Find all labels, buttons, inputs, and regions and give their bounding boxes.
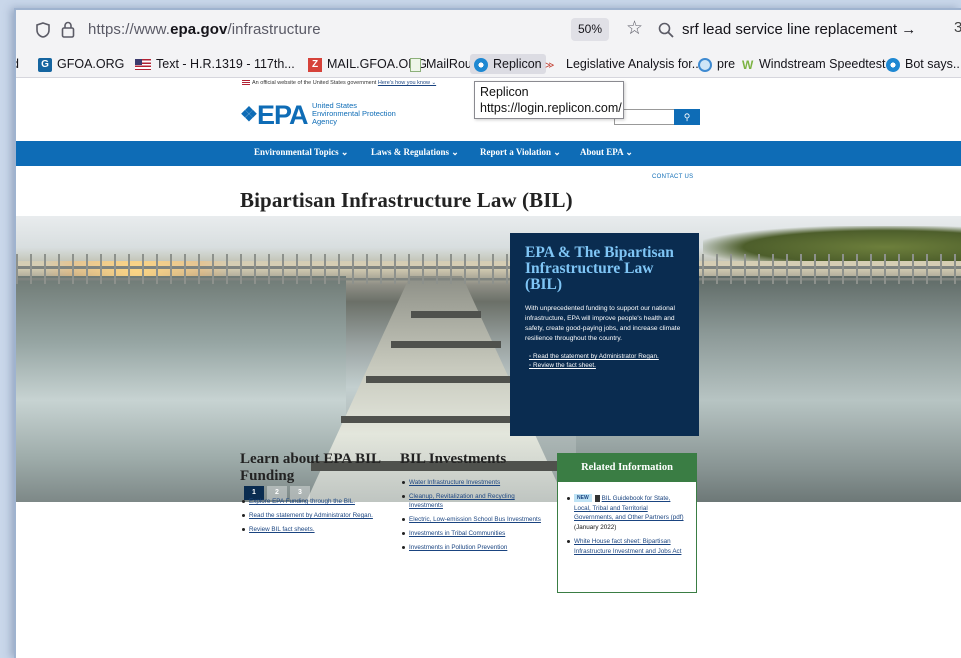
hero-beam: [366, 376, 526, 383]
learn-section: Learn about EPA BIL Funding Explore EPA …: [240, 451, 390, 539]
logo-line: Agency: [312, 117, 338, 126]
bookmark-legislative-analysis[interactable]: ≫ Legislative Analysis for...: [545, 54, 702, 74]
gov-banner-text: An official website of the United States…: [252, 80, 377, 86]
related-item: NEW BIL Guidebook for State, Local, Triba…: [566, 494, 688, 532]
bookmark-star-icon[interactable]: ☆: [626, 18, 643, 40]
url-prefix: https://www.: [88, 21, 171, 38]
page-title: Bipartisan Infrastructure Law (BIL): [240, 188, 573, 212]
bookmark-tooltip: Replicon https://login.replicon.com/: [474, 81, 624, 119]
nav-report-violation[interactable]: Report a Violation ⌄: [480, 147, 561, 158]
shield-icon[interactable]: [36, 22, 50, 38]
hero-body: With unprecedented funding to support ou…: [525, 305, 681, 342]
search-query: srf lead service line replacement →: [682, 21, 917, 38]
pdf-icon: [594, 494, 600, 502]
us-flag-icon: [135, 59, 151, 71]
bookmark-label: Replicon: [493, 57, 542, 71]
hero-heading: EPA & The Bipartisan Infrastructure Law …: [525, 244, 674, 293]
related-heading: Related Information: [558, 454, 696, 482]
related-info-box: Related Information NEW BIL Guidebook for…: [557, 453, 697, 593]
bookmark-label: pre: [717, 57, 736, 71]
hero-card: EPA & The Bipartisan Infrastructure Law …: [510, 233, 699, 436]
related-link-whitehouse[interactable]: White House fact sheet: Bipartisan Infra…: [574, 538, 681, 555]
investment-link[interactable]: Cleanup, Revitalization and Recycling In…: [400, 492, 550, 510]
hero-links: Read the statement by Administrator Rega…: [525, 352, 684, 370]
bookmark-gfoa[interactable]: G GFOA.ORG: [38, 54, 124, 74]
search-icon: ⚲: [683, 112, 691, 122]
hero-beam: [411, 311, 481, 318]
bookmark-label: Text - H.R.1319 - 117th...: [156, 57, 295, 71]
bookmark-replicon[interactable]: Replicon: [470, 54, 546, 74]
investment-link[interactable]: Water Infrastructure Investments: [400, 478, 550, 487]
learn-links: Explore EPA Funding through the BIL. Rea…: [240, 497, 390, 534]
url-field[interactable]: https://www.epa.gov/infrastructure: [88, 21, 321, 38]
nav-laws-regulations[interactable]: Laws & Regulations ⌄: [371, 147, 459, 158]
address-bar: https://www.epa.gov/infrastructure 50% ☆…: [16, 10, 961, 50]
bookmark-hr1319[interactable]: Text - H.R.1319 - 117th...: [135, 54, 295, 74]
search-icon: [658, 22, 674, 38]
hero-railing: [16, 254, 961, 284]
investments-section: BIL Investments Water Infrastructure Inv…: [400, 451, 550, 557]
bookmark-item[interactable]: d: [16, 54, 19, 74]
new-badge: NEW: [574, 494, 592, 503]
url-path: /infrastructure: [227, 21, 321, 38]
site-search-button[interactable]: ⚲: [674, 109, 700, 125]
investment-link[interactable]: Electric, Low-emission School Bus Invest…: [400, 515, 550, 524]
flower-icon: ❖: [240, 104, 258, 126]
bookmark-bot-says[interactable]: Bot says...: [886, 54, 961, 74]
learn-link[interactable]: Explore EPA Funding through the BIL.: [240, 497, 390, 506]
related-links: NEW BIL Guidebook for State, Local, Triba…: [558, 482, 696, 556]
investments-heading: BIL Investments: [400, 451, 507, 467]
url-domain: epa.gov: [170, 21, 228, 38]
learn-heading: Learn about EPA BIL Funding: [240, 451, 381, 484]
investment-link[interactable]: Investments in Pollution Prevention: [400, 543, 550, 552]
logo-mark: ❖EPA: [240, 100, 309, 130]
tooltip-title: Replicon: [480, 85, 529, 99]
g-logo-icon: G: [38, 57, 52, 72]
investment-link[interactable]: Investments in Tribal Communities: [400, 529, 550, 538]
bookmark-label: Legislative Analysis for...: [566, 57, 703, 71]
nav-about-epa[interactable]: About EPA ⌄: [580, 147, 633, 158]
tooltip-url: https://login.replicon.com/: [480, 101, 622, 115]
main-nav: Environmental Topics ⌄ Laws & Regulation…: [16, 141, 961, 166]
bookmark-windstream[interactable]: W Windstream Speedtest: [742, 54, 885, 74]
lock-icon[interactable]: [61, 21, 75, 38]
replicon-icon: [474, 57, 488, 72]
browser-window: https://www.epa.gov/infrastructure 50% ☆…: [14, 8, 961, 658]
hero-link-statement[interactable]: Read the statement by Administrator Rega…: [529, 352, 684, 361]
wings-icon: ≫: [545, 59, 555, 70]
bookmark-label: d: [16, 57, 19, 71]
replicon-icon: [886, 57, 900, 72]
toolbar-overflow[interactable]: 3: [954, 19, 961, 36]
logo-text: United States Environmental Protection A…: [312, 102, 396, 126]
related-item: White House fact sheet: Bipartisan Infra…: [566, 537, 688, 556]
bookmark-label: Windstream Speedtest: [759, 57, 886, 71]
z-logo-icon: Z: [308, 57, 322, 72]
bookmark-label: GFOA.ORG: [57, 57, 125, 71]
learn-link[interactable]: Review BIL fact sheets.: [240, 525, 390, 534]
w-logo-icon: W: [742, 57, 754, 72]
gov-banner-link[interactable]: Here's how you know ⌄: [378, 80, 436, 86]
gov-banner: An official website of the United States…: [242, 80, 436, 86]
hero-link-fact-sheet[interactable]: Review the fact sheet.: [529, 361, 684, 370]
search-field[interactable]: srf lead service line replacement →: [648, 15, 916, 44]
web-page: An official website of the United States…: [16, 79, 961, 658]
bookmark-label: Bot says...: [905, 57, 961, 71]
nav-environmental-topics[interactable]: Environmental Topics ⌄: [254, 147, 348, 158]
related-date: (January 2022): [574, 523, 617, 531]
logo-mark-text: EPA: [256, 100, 309, 130]
hero-beam: [391, 341, 501, 348]
contact-us-link[interactable]: CONTACT US: [652, 174, 693, 180]
investments-links: Water Infrastructure Investments Cleanup…: [400, 478, 550, 552]
learn-link[interactable]: Read the statement by Administrator Rega…: [240, 511, 390, 520]
page-icon: [410, 57, 421, 72]
bookmark-pre[interactable]: pre: [698, 54, 735, 74]
globe-icon: [698, 57, 712, 72]
bookmarks-toolbar: d G GFOA.ORG Text - H.R.1319 - 117th... Z…: [16, 50, 961, 78]
us-flag-icon: [242, 80, 250, 86]
zoom-level-button[interactable]: 50%: [571, 18, 609, 41]
